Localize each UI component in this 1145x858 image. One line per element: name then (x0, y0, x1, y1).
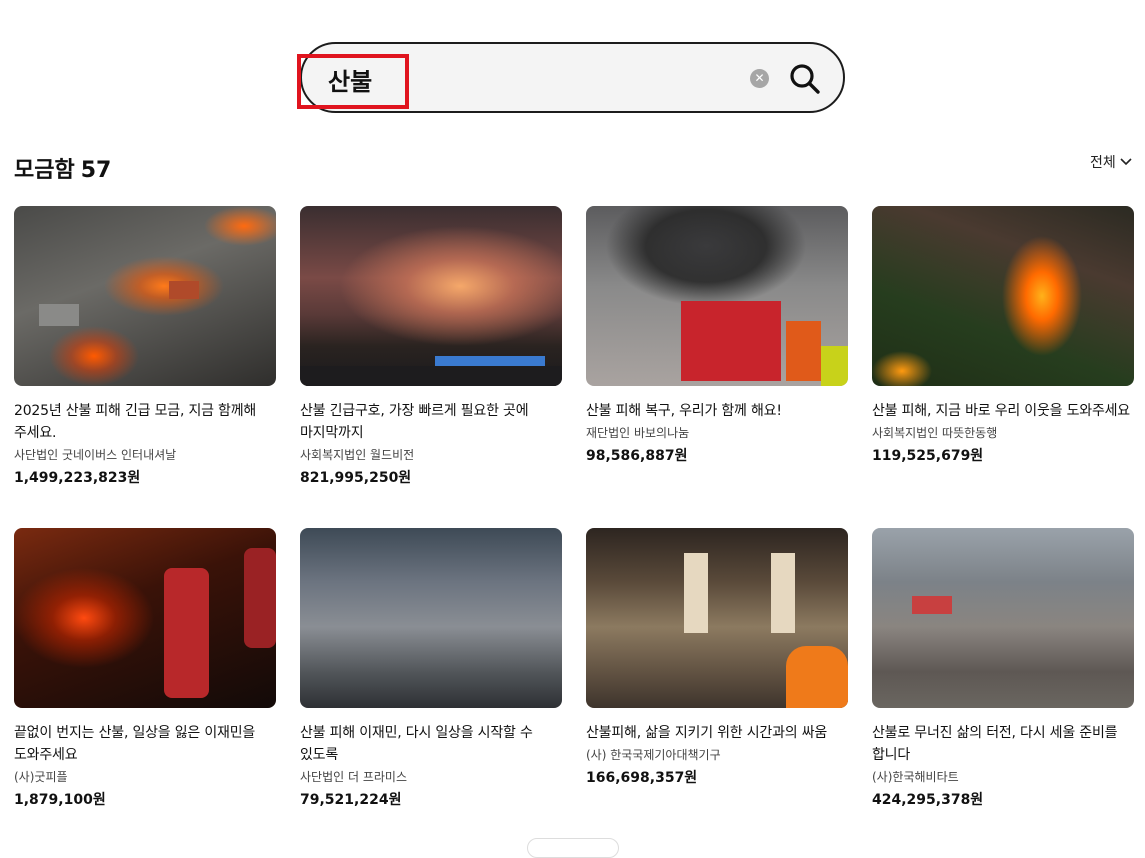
campaign-title[interactable]: 산불 긴급구호, 가장 빠르게 필요한 곳에 마지막까지 (300, 400, 562, 444)
campaign-thumbnail[interactable] (300, 206, 562, 386)
campaign-card[interactable]: 산불 피해, 지금 바로 우리 이웃을 도와주세요 사회복지법인 따뜻한동행 1… (872, 206, 1134, 492)
campaign-organization: 사회복지법인 따뜻한동행 (872, 426, 998, 440)
results-count: 57 (80, 158, 112, 183)
campaign-title[interactable]: 산불 피해, 지금 바로 우리 이웃을 도와주세요 (872, 400, 1134, 422)
campaign-card[interactable]: 산불 긴급구호, 가장 빠르게 필요한 곳에 마지막까지 사회복지법인 월드비전… (300, 206, 562, 492)
campaign-title[interactable]: 산불 피해 복구, 우리가 함께 해요! (586, 400, 848, 422)
load-more-button[interactable] (527, 838, 619, 858)
filter-dropdown[interactable]: 전체 (1090, 152, 1132, 172)
campaign-organization: 사단법인 더 프라미스 (300, 770, 407, 784)
campaign-amount: 166,698,357원 (586, 770, 698, 786)
campaign-thumbnail[interactable] (872, 206, 1134, 386)
campaign-title[interactable]: 산불로 무너진 삶의 터전, 다시 세울 준비를 합니다 (872, 722, 1134, 766)
campaign-card[interactable]: 2025년 산불 피해 긴급 모금, 지금 함께해 주세요. 사단법인 굿네이버… (14, 206, 276, 492)
filter-label: 전체 (1090, 155, 1116, 171)
campaign-organization: 사회복지법인 월드비전 (300, 448, 415, 462)
campaign-amount: 79,521,224원 (300, 792, 402, 808)
chevron-down-icon (1120, 158, 1132, 166)
campaign-card[interactable]: 산불피해, 삶을 지키기 위한 시간과의 싸움 (사) 한국국제기아대책기구 1… (586, 528, 848, 814)
campaign-organization: 사단법인 굿네이버스 인터내셔날 (14, 448, 177, 462)
clear-icon[interactable]: ✕ (750, 69, 769, 88)
campaign-title[interactable]: 끝없이 번지는 산불, 일상을 잃은 이재민을 도와주세요 (14, 722, 276, 766)
search-icon[interactable] (789, 63, 821, 95)
campaign-card[interactable]: 산불로 무너진 삶의 터전, 다시 세울 준비를 합니다 (사)한국해비타트 4… (872, 528, 1134, 814)
campaign-organization: (사)굿피플 (14, 770, 68, 784)
campaign-card[interactable]: 끝없이 번지는 산불, 일상을 잃은 이재민을 도와주세요 (사)굿피플 1,8… (14, 528, 276, 814)
campaign-amount: 1,879,100원 (14, 792, 106, 808)
campaign-amount: 98,586,887원 (586, 448, 688, 464)
campaign-title[interactable]: 산불피해, 삶을 지키기 위한 시간과의 싸움 (586, 722, 848, 744)
campaign-thumbnail[interactable] (872, 528, 1134, 708)
campaign-thumbnail[interactable] (586, 206, 848, 386)
campaign-amount: 424,295,378원 (872, 792, 984, 808)
results-title: 모금함 57 (14, 152, 111, 184)
campaign-organization: (사) 한국국제기아대책기구 (586, 748, 721, 762)
campaign-organization: (사)한국해비타트 (872, 770, 959, 784)
search-bar[interactable]: ✕ (300, 42, 845, 113)
campaign-amount: 119,525,679원 (872, 448, 984, 464)
campaign-thumbnail[interactable] (300, 528, 562, 708)
campaign-grid: 2025년 산불 피해 긴급 모금, 지금 함께해 주세요. 사단법인 굿네이버… (14, 206, 1136, 814)
campaign-organization: 재단법인 바보의나눔 (586, 426, 690, 440)
search-input[interactable] (326, 58, 730, 100)
campaign-thumbnail[interactable] (14, 206, 276, 386)
campaign-thumbnail[interactable] (14, 528, 276, 708)
campaign-amount: 1,499,223,823원 (14, 470, 141, 486)
campaign-thumbnail[interactable] (586, 528, 848, 708)
campaign-amount: 821,995,250원 (300, 470, 412, 486)
campaign-card[interactable]: 산불 피해 복구, 우리가 함께 해요! 재단법인 바보의나눔 98,586,8… (586, 206, 848, 492)
campaign-card[interactable]: 산불 피해 이재민, 다시 일상을 시작할 수 있도록 사단법인 더 프라미스 … (300, 528, 562, 814)
campaign-title[interactable]: 2025년 산불 피해 긴급 모금, 지금 함께해 주세요. (14, 400, 276, 444)
campaign-title[interactable]: 산불 피해 이재민, 다시 일상을 시작할 수 있도록 (300, 722, 562, 766)
results-title-label: 모금함 (14, 158, 75, 183)
